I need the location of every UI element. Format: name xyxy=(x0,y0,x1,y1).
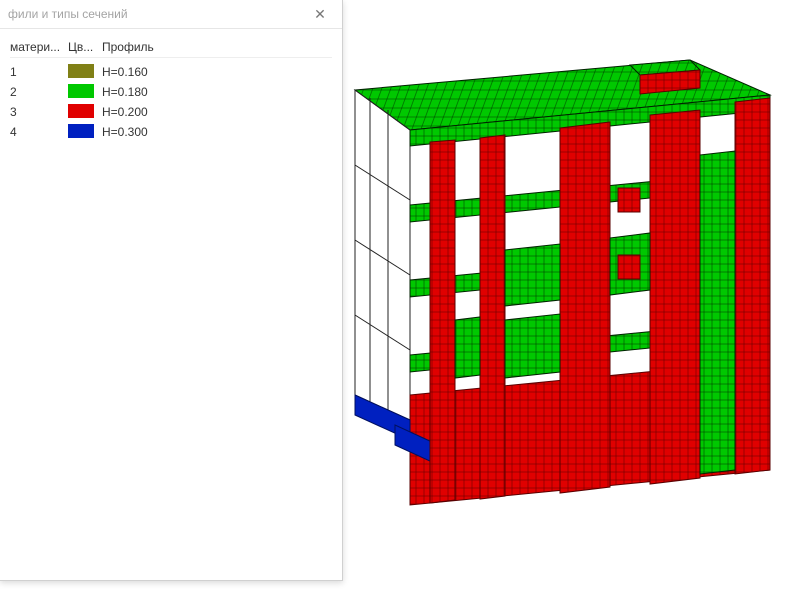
table-row[interactable]: 3 H=0.200 xyxy=(10,102,332,122)
table-header: матери... Цв... Профиль xyxy=(10,37,332,58)
sections-table: матери... Цв... Профиль 1 H=0.160 2 H=0.… xyxy=(0,29,342,150)
table-row[interactable]: 4 H=0.300 xyxy=(10,122,332,142)
color-swatch xyxy=(68,124,94,138)
table-row[interactable]: 2 H=0.180 xyxy=(10,82,332,102)
cell-profile: H=0.180 xyxy=(102,85,332,99)
opening-blocks xyxy=(618,188,640,279)
cell-profile: H=0.200 xyxy=(102,105,332,119)
col-header-color[interactable]: Цв... xyxy=(68,40,102,54)
app-viewport: фили и типы сечений ✕ матери... Цв... Пр… xyxy=(0,0,800,600)
cell-material: 4 xyxy=(10,125,68,139)
close-icon: ✕ xyxy=(314,6,326,23)
table-row[interactable]: 1 H=0.160 xyxy=(10,62,332,82)
col-header-material[interactable]: матери... xyxy=(10,40,68,54)
cell-material: 3 xyxy=(10,105,68,119)
color-swatch xyxy=(68,64,94,78)
left-facade-frame xyxy=(355,90,410,420)
color-swatch xyxy=(68,84,94,98)
panel-title: фили и типы сечений xyxy=(8,7,304,21)
panel-titlebar[interactable]: фили и типы сечений ✕ xyxy=(0,0,342,29)
col-header-profile[interactable]: Профиль xyxy=(102,40,332,54)
cell-material: 1 xyxy=(10,65,68,79)
cell-profile: H=0.300 xyxy=(102,125,332,139)
close-button[interactable]: ✕ xyxy=(304,0,336,28)
color-swatch xyxy=(68,104,94,118)
cell-material: 2 xyxy=(10,85,68,99)
sections-panel: фили и типы сечений ✕ матери... Цв... Пр… xyxy=(0,0,343,581)
cell-profile: H=0.160 xyxy=(102,65,332,79)
